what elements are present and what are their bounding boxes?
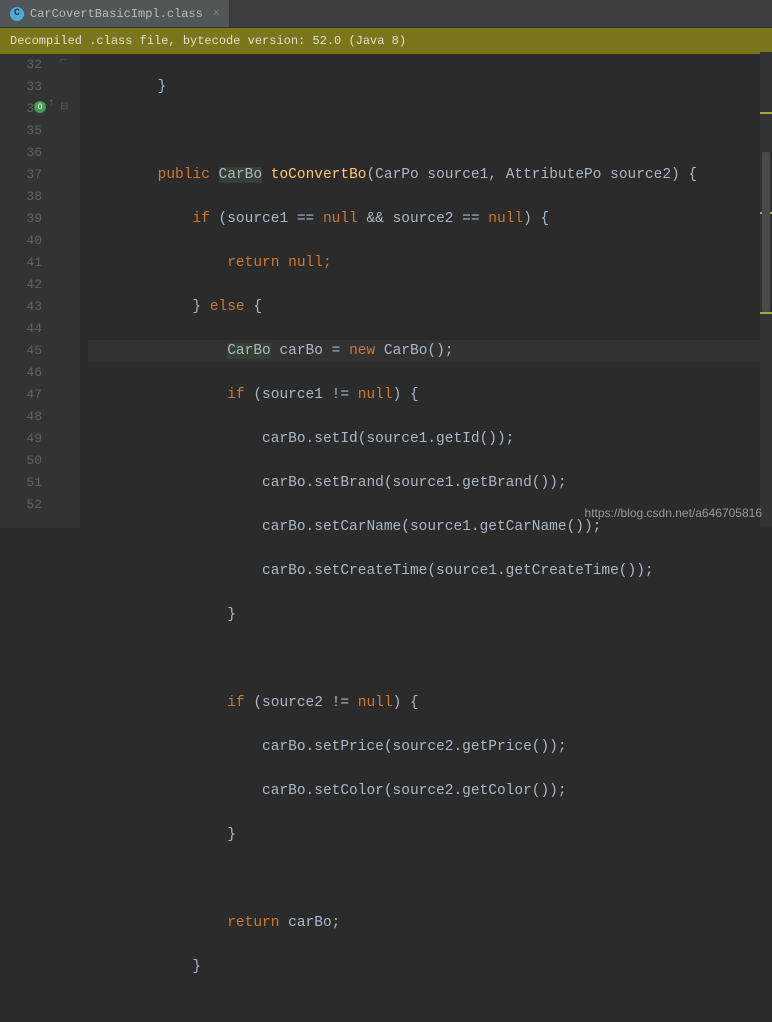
close-icon[interactable]: × xyxy=(213,8,220,20)
brace: } xyxy=(192,959,201,975)
override-up-icon[interactable]: ↑ xyxy=(48,98,54,109)
brace: ) { xyxy=(523,211,549,227)
line-number: 50 xyxy=(0,450,42,472)
line-number: 38 xyxy=(0,186,42,208)
line-number: 35 xyxy=(0,120,42,142)
class-file-icon: C xyxy=(10,7,24,21)
code-line-current: CarBo carBo = new CarBo(); xyxy=(88,340,772,362)
stmt: carBo.setCreateTime(source1.getCreateTim… xyxy=(262,563,654,579)
code-line: } xyxy=(88,76,772,98)
cond: (source1 == xyxy=(210,211,323,227)
code-line: if (source2 != null) { xyxy=(88,692,772,714)
keyword: if xyxy=(227,387,244,403)
code-line: public CarBo toConvertBo(CarPo source1, … xyxy=(88,164,772,186)
code-line: carBo.setPrice(source2.getPrice()); xyxy=(88,736,772,758)
code-line: carBo.setBrand(source1.getBrand()); xyxy=(88,472,772,494)
line-number: 49 xyxy=(0,428,42,450)
code-line: } else { xyxy=(88,296,772,318)
scrollbar-mark xyxy=(760,112,772,114)
brace: } xyxy=(227,827,236,843)
cond: (source2 != xyxy=(245,695,358,711)
type-highlight: CarBo xyxy=(227,343,271,359)
keyword: else xyxy=(210,299,245,315)
keyword: null xyxy=(358,695,393,711)
code-line: return null; xyxy=(88,252,772,274)
method-name: toConvertBo xyxy=(271,167,367,183)
code-line: carBo.setCreateTime(source1.getCreateTim… xyxy=(88,560,772,582)
editor-tab[interactable]: C CarCovertBasicImpl.class × xyxy=(0,0,230,27)
code-line: } xyxy=(88,824,772,846)
keyword: null; xyxy=(279,255,331,271)
code-line xyxy=(88,120,772,142)
code-area[interactable]: } public CarBo toConvertBo(CarPo source1… xyxy=(80,54,772,528)
override-marker-icon[interactable]: O xyxy=(34,101,46,113)
line-number: 43 xyxy=(0,296,42,318)
keyword: null xyxy=(488,211,523,227)
keyword: null xyxy=(358,387,393,403)
code-line: carBo.setColor(source2.getColor()); xyxy=(88,780,772,802)
code-line: carBo.setId(source1.getId()); xyxy=(88,428,772,450)
line-number: 45 xyxy=(0,340,42,362)
scrollbar-mark xyxy=(760,312,772,314)
ctor: CarBo(); xyxy=(375,343,453,359)
brace: } xyxy=(192,299,209,315)
tab-bar: C CarCovertBasicImpl.class × xyxy=(0,0,772,28)
code-editor[interactable]: 32 33 34 35 36 37 38 39 40 41 42 43 44 4… xyxy=(0,54,772,528)
stmt: carBo.setColor(source2.getColor()); xyxy=(262,783,567,799)
cond: (source1 != xyxy=(245,387,358,403)
type-highlight: CarBo xyxy=(219,167,263,183)
keyword: return xyxy=(227,915,279,931)
brace: ) { xyxy=(393,387,419,403)
vertical-scrollbar[interactable] xyxy=(760,52,772,526)
keyword: return xyxy=(227,255,279,271)
stmt: carBo.setId(source1.getId()); xyxy=(262,431,514,447)
op: && source2 == xyxy=(358,211,489,227)
signature: (CarPo source1, AttributePo source2) { xyxy=(366,167,697,183)
var: carBo; xyxy=(279,915,340,931)
line-number: 33 xyxy=(0,76,42,98)
code-line: if (source1 != null) { xyxy=(88,384,772,406)
line-number: 36 xyxy=(0,142,42,164)
line-number-gutter: 32 33 34 35 36 37 38 39 40 41 42 43 44 4… xyxy=(0,54,50,528)
line-number: 39 xyxy=(0,208,42,230)
line-number: 46 xyxy=(0,362,42,384)
line-number: 42 xyxy=(0,274,42,296)
tab-filename: CarCovertBasicImpl.class xyxy=(30,7,203,21)
scrollbar-thumb[interactable] xyxy=(762,152,770,312)
keyword: null xyxy=(323,211,358,227)
keyword: public xyxy=(158,167,210,183)
watermark-text: https://blog.csdn.net/a646705816 xyxy=(585,506,762,520)
line-number: 47 xyxy=(0,384,42,406)
code-line: return carBo; xyxy=(88,912,772,934)
keyword: new xyxy=(349,343,375,359)
var: carBo = xyxy=(271,343,349,359)
code-line: if (source1 == null && source2 == null) … xyxy=(88,208,772,230)
fold-toggle-icon[interactable]: ⊟ xyxy=(60,101,68,113)
line-number: 41 xyxy=(0,252,42,274)
brace: ) { xyxy=(393,695,419,711)
fold-column: O ↑ ⌐ ⊟ xyxy=(50,54,80,528)
line-number: 52 xyxy=(0,494,42,516)
line-number: 32 xyxy=(0,54,42,76)
stmt: carBo.setBrand(source1.getBrand()); xyxy=(262,475,567,491)
fold-end-icon[interactable]: ⌐ xyxy=(60,56,66,67)
decompiled-info-bar: Decompiled .class file, bytecode version… xyxy=(0,28,772,54)
stmt: carBo.setCarName(source1.getCarName()); xyxy=(262,519,601,535)
line-number: 48 xyxy=(0,406,42,428)
line-number: 40 xyxy=(0,230,42,252)
brace: { xyxy=(245,299,262,315)
line-number: 44 xyxy=(0,318,42,340)
keyword: if xyxy=(227,695,244,711)
keyword: if xyxy=(192,211,209,227)
code-line xyxy=(88,868,772,890)
code-line xyxy=(88,648,772,670)
stmt: carBo.setPrice(source2.getPrice()); xyxy=(262,739,567,755)
code-line: } xyxy=(88,604,772,626)
brace: } xyxy=(227,607,236,623)
line-number: 51 xyxy=(0,472,42,494)
code-line: } xyxy=(88,956,772,978)
line-number: 37 xyxy=(0,164,42,186)
info-bar-text: Decompiled .class file, bytecode version… xyxy=(10,34,406,48)
